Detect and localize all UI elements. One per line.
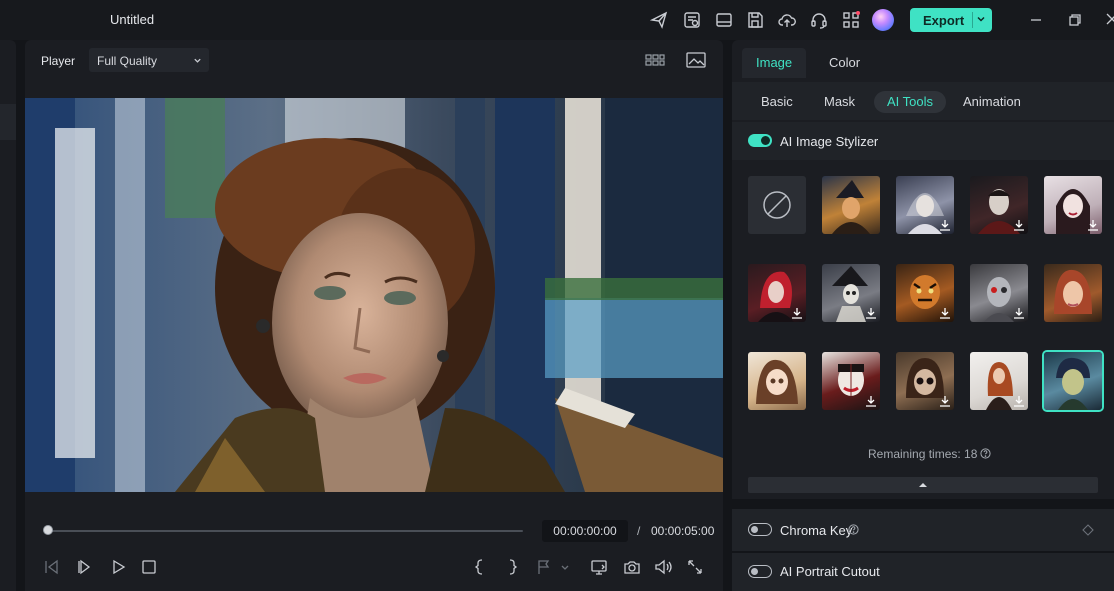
download-icon[interactable] xyxy=(1013,395,1025,407)
style-painted-boy[interactable] xyxy=(1044,352,1102,410)
apps-grid-icon[interactable] xyxy=(842,11,860,29)
chroma-key-toggle[interactable] xyxy=(748,523,772,536)
ai-stylizer-header: AI Image Stylizer xyxy=(732,122,1114,160)
volume-icon[interactable] xyxy=(654,558,672,576)
download-icon[interactable] xyxy=(791,307,803,319)
keyframe-diamond-icon[interactable] xyxy=(1082,524,1094,536)
previous-frame-icon[interactable] xyxy=(43,558,61,576)
help-icon[interactable] xyxy=(848,524,859,535)
restore-icon[interactable] xyxy=(1066,11,1084,29)
style-witch[interactable] xyxy=(822,176,880,234)
export-button[interactable]: Export xyxy=(910,8,992,32)
time-separator: / xyxy=(637,524,641,538)
player-label: Player xyxy=(41,54,76,68)
ai-assistant-icon[interactable] xyxy=(872,9,894,31)
media-panel-edge[interactable] xyxy=(0,40,16,591)
style-ghost-bride[interactable] xyxy=(896,176,954,234)
quality-select[interactable]: Full Quality xyxy=(89,48,209,72)
style-tiger-mask[interactable] xyxy=(896,264,954,322)
anime-girl-portrait xyxy=(756,359,798,404)
style-oil-portrait[interactable] xyxy=(1044,264,1102,322)
display-settings-icon[interactable] xyxy=(590,558,608,576)
minimize-icon[interactable] xyxy=(1027,11,1045,29)
portrait-cutout-row: AI Portrait Cutout xyxy=(732,553,1114,591)
chroma-key-label: Chroma Key xyxy=(780,523,853,538)
portrait-cutout-toggle[interactable] xyxy=(748,565,772,578)
layout-icon[interactable] xyxy=(715,11,733,29)
ai-stylizer-label: AI Image Stylizer xyxy=(780,134,879,149)
help-icon[interactable] xyxy=(980,448,991,459)
playhead-handle[interactable] xyxy=(43,525,53,535)
chevron-down-icon xyxy=(193,56,202,65)
style-anime-girl[interactable] xyxy=(748,352,806,410)
save-icon[interactable] xyxy=(746,11,764,29)
download-icon[interactable] xyxy=(1087,219,1099,231)
progress-track[interactable] xyxy=(45,530,523,532)
media-panel-active-item[interactable] xyxy=(0,104,16,140)
tab-color[interactable]: Color xyxy=(829,48,860,78)
remaining-times: Remaining times: 18 xyxy=(868,447,978,461)
subtabs-bar: Basic Mask AI Tools Animation xyxy=(732,82,1114,120)
painted-boy-portrait xyxy=(1056,357,1090,410)
witch-portrait xyxy=(832,180,870,234)
download-icon[interactable] xyxy=(1013,219,1025,231)
style-red-hair-gothic[interactable] xyxy=(748,264,806,322)
task-list-icon[interactable] xyxy=(683,11,701,29)
preview-frame-image xyxy=(25,98,723,492)
mark-out-icon[interactable] xyxy=(503,558,521,576)
quality-value: Full Quality xyxy=(97,54,158,68)
chevron-up-icon xyxy=(919,482,927,488)
subtab-ai-tools[interactable]: AI Tools xyxy=(874,91,947,113)
app-title: Untitled xyxy=(110,12,155,27)
collapse-section-button[interactable] xyxy=(748,477,1098,493)
close-icon[interactable] xyxy=(1104,11,1114,29)
stop-icon[interactable] xyxy=(140,558,158,576)
play-icon[interactable] xyxy=(109,558,127,576)
video-preview[interactable] xyxy=(25,98,723,492)
subtab-basic[interactable]: Basic xyxy=(761,91,793,113)
title-bar: Untitled Export xyxy=(0,0,1114,40)
style-elf-vampire[interactable] xyxy=(1044,176,1102,234)
oil-portrait-portrait xyxy=(1054,269,1092,314)
download-icon[interactable] xyxy=(939,219,951,231)
chevron-down-icon[interactable] xyxy=(560,558,570,576)
download-icon[interactable] xyxy=(939,307,951,319)
style-doll[interactable] xyxy=(896,352,954,410)
style-none[interactable] xyxy=(748,176,806,234)
ai-stylizer-toggle[interactable] xyxy=(748,134,772,147)
grid-view-icon[interactable] xyxy=(645,52,665,68)
camera-snapshot-icon[interactable] xyxy=(623,558,641,576)
chroma-key-row: Chroma Key xyxy=(732,509,1114,551)
section-divider xyxy=(732,499,1114,509)
headset-icon[interactable] xyxy=(810,11,828,29)
player-panel: Player Full Quality 00:00:00:00 / 00:00:… xyxy=(25,40,723,591)
style-skeleton-witch[interactable] xyxy=(822,264,880,322)
marker-icon[interactable] xyxy=(535,558,553,576)
download-icon[interactable] xyxy=(1013,307,1025,319)
download-icon[interactable] xyxy=(865,395,877,407)
properties-panel: Image Color Basic Mask AI Tools Animatio… xyxy=(732,40,1114,591)
no-style-icon xyxy=(763,191,791,219)
tab-image[interactable]: Image xyxy=(742,48,807,78)
total-time: 00:00:05:00 xyxy=(651,524,715,538)
cloud-upload-icon[interactable] xyxy=(778,11,796,29)
fullscreen-icon[interactable] xyxy=(686,558,704,576)
chevron-down-icon[interactable] xyxy=(976,14,986,24)
next-frame-icon[interactable] xyxy=(76,558,94,576)
snapshot-image-icon[interactable] xyxy=(686,52,706,68)
subtab-animation[interactable]: Animation xyxy=(963,91,1021,113)
export-divider xyxy=(972,12,973,28)
style-clown-face[interactable] xyxy=(822,352,880,410)
download-icon[interactable] xyxy=(939,395,951,407)
style-photo-woman[interactable] xyxy=(970,352,1028,410)
send-icon[interactable] xyxy=(650,11,668,29)
subtab-mask[interactable]: Mask xyxy=(824,91,855,113)
portrait-cutout-label: AI Portrait Cutout xyxy=(780,564,880,579)
current-time[interactable]: 00:00:00:00 xyxy=(542,520,628,542)
style-cyborg[interactable] xyxy=(970,264,1028,322)
style-vampire-man[interactable] xyxy=(970,176,1028,234)
mark-in-icon[interactable] xyxy=(471,558,489,576)
export-label: Export xyxy=(923,13,965,28)
download-icon[interactable] xyxy=(865,307,877,319)
